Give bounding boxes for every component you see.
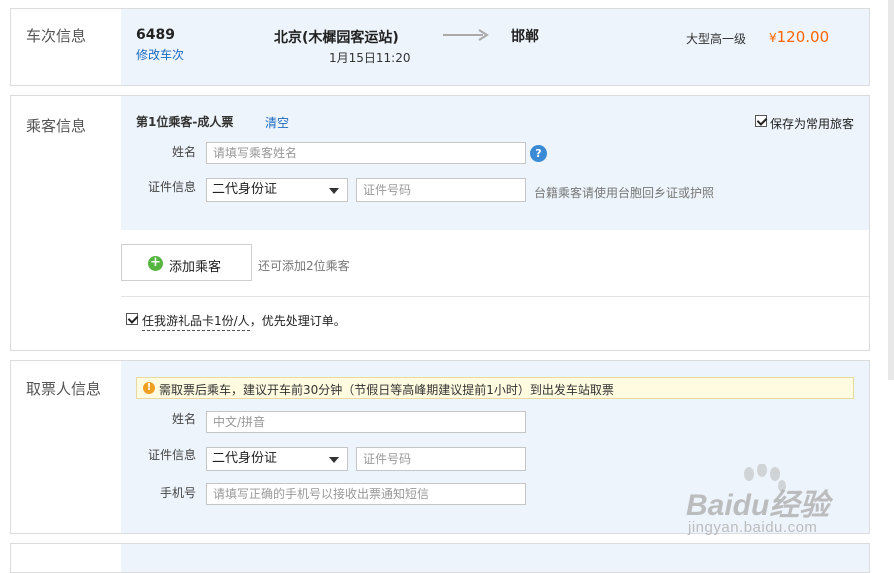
chevron-down-icon (329, 188, 339, 194)
pickup-id-type-select[interactable]: 二代身份证 (206, 447, 348, 471)
divider (121, 296, 869, 297)
page-scrollbar[interactable] (888, 0, 894, 380)
to-station: 邯郸 (511, 29, 539, 45)
clear-link[interactable]: 清空 (265, 114, 289, 131)
from-station: 北京(木樨园客运站) (274, 30, 399, 46)
gift-card-line: 任我游礼品卡1份/人，优先处理订单。 (142, 312, 346, 331)
chevron-down-icon (329, 457, 339, 463)
gift-card-checkbox[interactable] (126, 313, 138, 325)
passenger-info-label: 乘客信息 (26, 117, 87, 135)
train-info-section: 车次信息 6489 修改车次 北京(木樨园客运站) 1月15日11:20 邯郸 … (10, 8, 870, 86)
baidu-watermark-url: jingyan.baidu.com (688, 519, 818, 536)
baidu-watermark-brand: Baidu经验 (686, 489, 830, 522)
add-passenger-button[interactable]: + 添加乘客 (121, 244, 252, 281)
add-passenger-label: 添加乘客 (169, 260, 222, 275)
modify-train-link[interactable]: 修改车次 (136, 46, 184, 63)
warning-icon: ! (143, 382, 155, 394)
depart-time: 1月15日11:20 (329, 51, 411, 65)
passenger-id-number-input[interactable]: 证件号码 (356, 178, 526, 202)
pickup-notice: ! 需取票后乘车，建议开车前30分钟（节假日等高峰期建议提前1小时）到出发车站取… (136, 377, 854, 399)
train-number: 6489 (136, 27, 175, 43)
passenger-name-input[interactable]: 请填写乘客姓名 (206, 142, 526, 164)
passenger-name-label: 姓名 (171, 145, 196, 159)
passenger-id-type-value: 二代身份证 (212, 182, 278, 197)
pickup-id-label: 证件信息 (147, 448, 196, 462)
pickup-info-label: 取票人信息 (26, 380, 102, 398)
pickup-name-label: 姓名 (171, 412, 196, 426)
save-frequent-label: 保存为常用旅客 (770, 117, 855, 131)
passenger-id-hint: 台籍乘客请使用台胞回乡证或护照 (534, 186, 715, 200)
pickup-phone-input[interactable]: 请填写正确的手机号以接收出票通知短信 (206, 483, 526, 505)
save-frequent-checkbox[interactable] (755, 115, 767, 127)
gift-card-link[interactable]: 任我游礼品卡1份/人 (142, 314, 250, 331)
next-section (10, 543, 870, 573)
pickup-id-type-value: 二代身份证 (212, 451, 278, 466)
passenger-heading: 第1位乘客-成人票 (136, 115, 234, 129)
add-passenger-hint: 还可添加2位乘客 (258, 259, 350, 273)
pickup-id-number-input[interactable]: 证件号码 (356, 447, 526, 471)
help-icon[interactable]: ? (530, 145, 547, 162)
gift-card-suffix: ，优先处理订单。 (249, 314, 346, 328)
pickup-notice-text: 需取票后乘车，建议开车前30分钟（节假日等高峰期建议提前1小时）到出发车站取票 (159, 383, 614, 397)
pickup-name-input[interactable]: 中文/拼音 (206, 411, 526, 433)
arrow-right-icon (443, 28, 491, 42)
train-info-label: 车次信息 (26, 27, 87, 45)
add-icon: + (148, 256, 163, 271)
passenger-id-type-select[interactable]: 二代身份证 (206, 178, 348, 202)
passenger-id-label: 证件信息 (147, 180, 196, 194)
passenger-info-section: 乘客信息 第1位乘客-成人票 清空 保存为常用旅客 姓名 请填写乘客姓名 ? 证… (10, 95, 870, 351)
price-value: 120.00 (776, 28, 830, 46)
train-info-body: 6489 修改车次 北京(木樨园客运站) 1月15日11:20 邯郸 大型高一级… (121, 9, 869, 85)
currency-symbol: ¥ (769, 31, 777, 45)
price: ¥120.00 (769, 28, 829, 46)
seat-type: 大型高一级 (686, 32, 747, 46)
pickup-phone-label: 手机号 (159, 486, 196, 500)
next-section-body (121, 544, 869, 572)
passenger-form-panel: 第1位乘客-成人票 清空 保存为常用旅客 姓名 请填写乘客姓名 ? 证件信息 二… (121, 96, 869, 230)
